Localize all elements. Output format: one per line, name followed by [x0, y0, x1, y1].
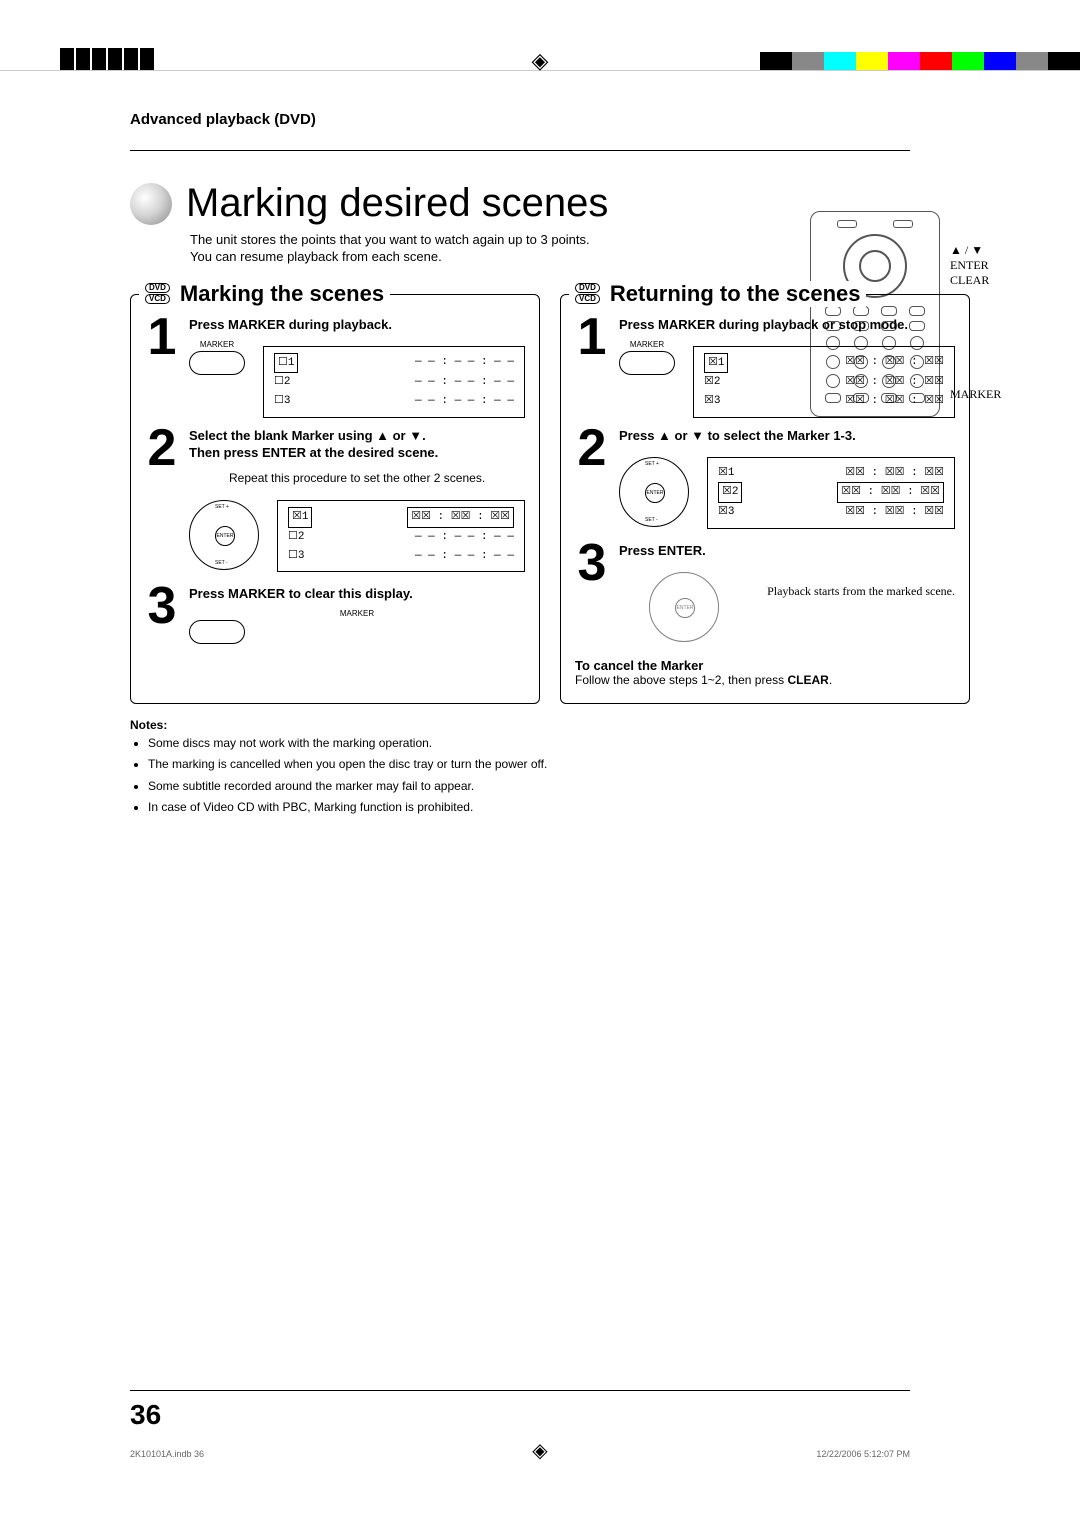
disc-badge: DVDVCD	[145, 282, 170, 305]
dpad-icon: ENTER SET + SET -	[619, 457, 689, 527]
step-number: 2	[145, 428, 179, 470]
remote-label-top: ▲ / ▼ ENTER CLEAR	[950, 243, 989, 288]
color-bar	[760, 52, 1080, 70]
marker-button-icon	[189, 351, 245, 375]
marker-button-label: MARKER	[189, 609, 525, 618]
osd-display: ☐1— — : — — : — — ☐2— — : — — : — — ☐3— …	[263, 346, 525, 418]
note-item: Some discs may not work with the marking…	[148, 736, 580, 752]
marker-button-icon	[189, 620, 245, 644]
page-title: Marking desired scenes	[186, 181, 608, 226]
intro-text: The unit stores the points that you want…	[190, 232, 610, 266]
disc-badge: DVDVCD	[575, 282, 600, 305]
step-subtext: Repeat this procedure to set the other 2…	[229, 470, 525, 487]
step-title: Select the blank Marker using ▲ or ▼. Th…	[189, 428, 525, 462]
column-marking: DVDVCD Marking the scenes 1 Press MARKER…	[130, 294, 540, 704]
marker-button-icon	[619, 351, 675, 375]
step-title: Press MARKER during playback.	[189, 317, 525, 334]
osd-display: ☒1☒☒ : ☒☒ : ☒☒ ☒2☒☒ : ☒☒ : ☒☒ ☒3☒☒ : ☒☒ …	[693, 346, 955, 418]
step-number: 1	[575, 317, 609, 359]
marker-button-label: MARKER	[619, 340, 675, 349]
cancel-block: To cancel the Marker Follow the above st…	[575, 658, 955, 687]
page-rule	[130, 1390, 910, 1391]
note-item: Some subtitle recorded around the marker…	[148, 779, 580, 795]
column-heading: Returning to the scenes	[610, 281, 861, 307]
dpad-icon: ENTER SET + SET -	[189, 500, 259, 570]
title-bullet-icon	[130, 183, 172, 225]
column-returning: DVDVCD Returning to the scenes 1 Press M…	[560, 294, 970, 704]
step-title: Press ▲ or ▼ to select the Marker 1-3.	[619, 428, 955, 445]
step-number: 3	[145, 586, 179, 628]
section-label: Advanced playback (DVD)	[130, 111, 970, 128]
step-title: Press ENTER.	[619, 543, 955, 560]
step-subtext: Playback starts from the marked scene.	[767, 566, 955, 599]
osd-display: ☒1☒☒ : ☒☒ : ☒☒ ☒2☒☒ : ☒☒ : ☒☒ ☒3☒☒ : ☒☒ …	[707, 457, 955, 529]
print-header: ◈	[0, 0, 1080, 71]
column-heading: Marking the scenes	[180, 281, 384, 307]
marker-button-label: MARKER	[189, 340, 245, 349]
registration-mark-icon: ◈	[532, 1438, 547, 1463]
section-rule	[130, 132, 910, 151]
notes-block: Notes: Some discs may not work with the …	[130, 718, 580, 816]
osd-display: ☒1☒☒ : ☒☒ : ☒☒ ☐2— — : — — : — — ☐3— — :…	[277, 500, 525, 572]
dpad-icon: ENTER	[649, 572, 719, 642]
note-item: The marking is cancelled when you open t…	[148, 757, 580, 773]
print-marks	[60, 48, 154, 70]
footer-right: 12/22/2006 5:12:07 PM	[816, 1449, 910, 1459]
step-number: 1	[145, 317, 179, 359]
step-number: 2	[575, 428, 609, 470]
footer-left: 2K10101A.indb 36	[130, 1449, 204, 1459]
note-item: In case of Video CD with PBC, Marking fu…	[148, 800, 580, 816]
step-number: 3	[575, 543, 609, 585]
step-title: Press MARKER to clear this display.	[189, 586, 525, 603]
step-title: Press MARKER during playback or stop mod…	[619, 317, 955, 334]
page-number: 36	[130, 1399, 161, 1431]
